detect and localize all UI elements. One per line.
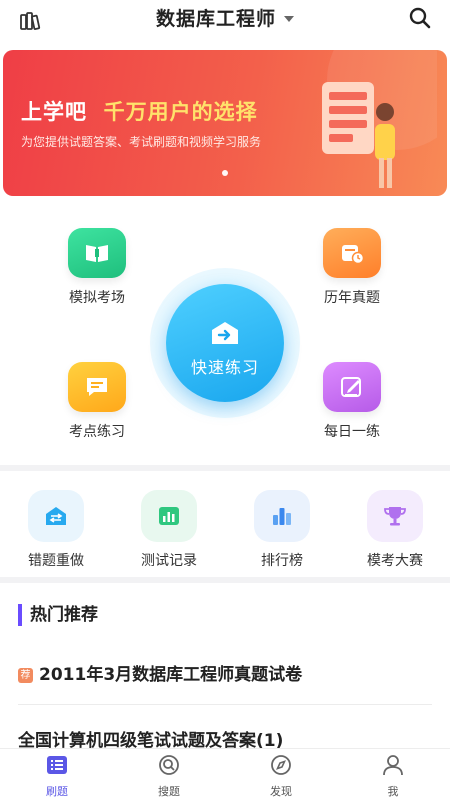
banner-title-highlight: 千万用户的选择 <box>103 100 258 124</box>
user-icon <box>353 753 433 777</box>
section-divider <box>0 577 450 583</box>
tab-practice-label: 刷题 <box>46 785 68 798</box>
list-icon <box>17 753 97 777</box>
tab-profile[interactable]: 我 <box>353 753 433 799</box>
redo-wrong-button[interactable]: 错题重做 <box>11 490 101 570</box>
bar-chart-icon <box>141 490 197 542</box>
search-circle-icon <box>129 753 209 777</box>
recommend-item-title: 2011年3月数据库工程师真题试卷 <box>39 665 303 685</box>
daily-practice-button[interactable]: 每日一练 <box>302 362 402 441</box>
mock-exam-label: 模拟考场 <box>69 290 125 306</box>
swap-icon <box>28 490 84 542</box>
book-icon <box>68 228 126 278</box>
leaderboard-button[interactable]: 排行榜 <box>237 490 327 570</box>
test-records-button[interactable]: 测试记录 <box>124 490 214 570</box>
leaderboard-label: 排行榜 <box>261 553 303 569</box>
redo-wrong-label: 错题重做 <box>28 553 84 569</box>
search-icon[interactable] <box>408 6 432 30</box>
edit-icon <box>323 362 381 412</box>
compass-icon <box>241 753 321 777</box>
chat-lines-icon <box>68 362 126 412</box>
banner-illustration <box>322 50 437 188</box>
quick-practice-label: 快速练习 <box>190 358 259 377</box>
recommend-badge: 荐 <box>18 668 33 683</box>
trophy-icon <box>367 490 423 542</box>
quick-practice-core[interactable]: 快速练习 <box>166 284 284 402</box>
topic-practice-button[interactable]: 考点练习 <box>47 362 147 441</box>
mock-exam-button[interactable]: 模拟考场 <box>47 228 147 307</box>
chevron-down-icon[interactable] <box>284 15 294 22</box>
quick-practice-button[interactable]: 快速练习 <box>150 268 300 418</box>
exam-selector[interactable]: 数据库工程师 <box>0 4 450 31</box>
mock-contest-label: 模考大赛 <box>367 553 423 569</box>
calendar-clock-icon <box>323 228 381 278</box>
test-records-label: 测试记录 <box>141 553 197 569</box>
tab-discover[interactable]: 发现 <box>241 753 321 799</box>
past-papers-label: 历年真题 <box>324 290 380 306</box>
list-divider <box>18 704 432 705</box>
banner-subtitle: 为您提供试题答案、考试刷题和视频学习服务 <box>21 135 262 149</box>
daily-practice-label: 每日一练 <box>324 424 380 440</box>
ranking-bars-icon <box>254 490 310 542</box>
tab-search-label: 搜题 <box>158 785 180 798</box>
banner-title-part1: 上学吧 <box>21 100 87 124</box>
recommend-item[interactable]: 荐 2011年3月数据库工程师真题试卷 <box>18 660 432 685</box>
topic-practice-label: 考点练习 <box>69 424 125 440</box>
banner-page-indicator[interactable] <box>222 170 228 176</box>
tab-search-questions[interactable]: 搜题 <box>129 753 209 799</box>
app-header: 数据库工程师 <box>0 0 450 46</box>
bottom-tab-bar: 刷题 搜题 发现 我 <box>0 748 450 800</box>
tab-profile-label: 我 <box>387 785 399 798</box>
envelope-arrow-icon <box>212 322 238 344</box>
hot-section-title: 热门推荐 <box>18 604 98 626</box>
page-title[interactable]: 数据库工程师 <box>156 8 276 30</box>
mock-contest-button[interactable]: 模考大赛 <box>350 490 440 570</box>
tab-practice[interactable]: 刷题 <box>17 753 97 799</box>
section-divider <box>0 465 450 471</box>
tab-discover-label: 发现 <box>270 785 292 798</box>
banner-title: 上学吧 千万用户的选择 <box>21 96 258 126</box>
past-papers-button[interactable]: 历年真题 <box>302 228 402 307</box>
